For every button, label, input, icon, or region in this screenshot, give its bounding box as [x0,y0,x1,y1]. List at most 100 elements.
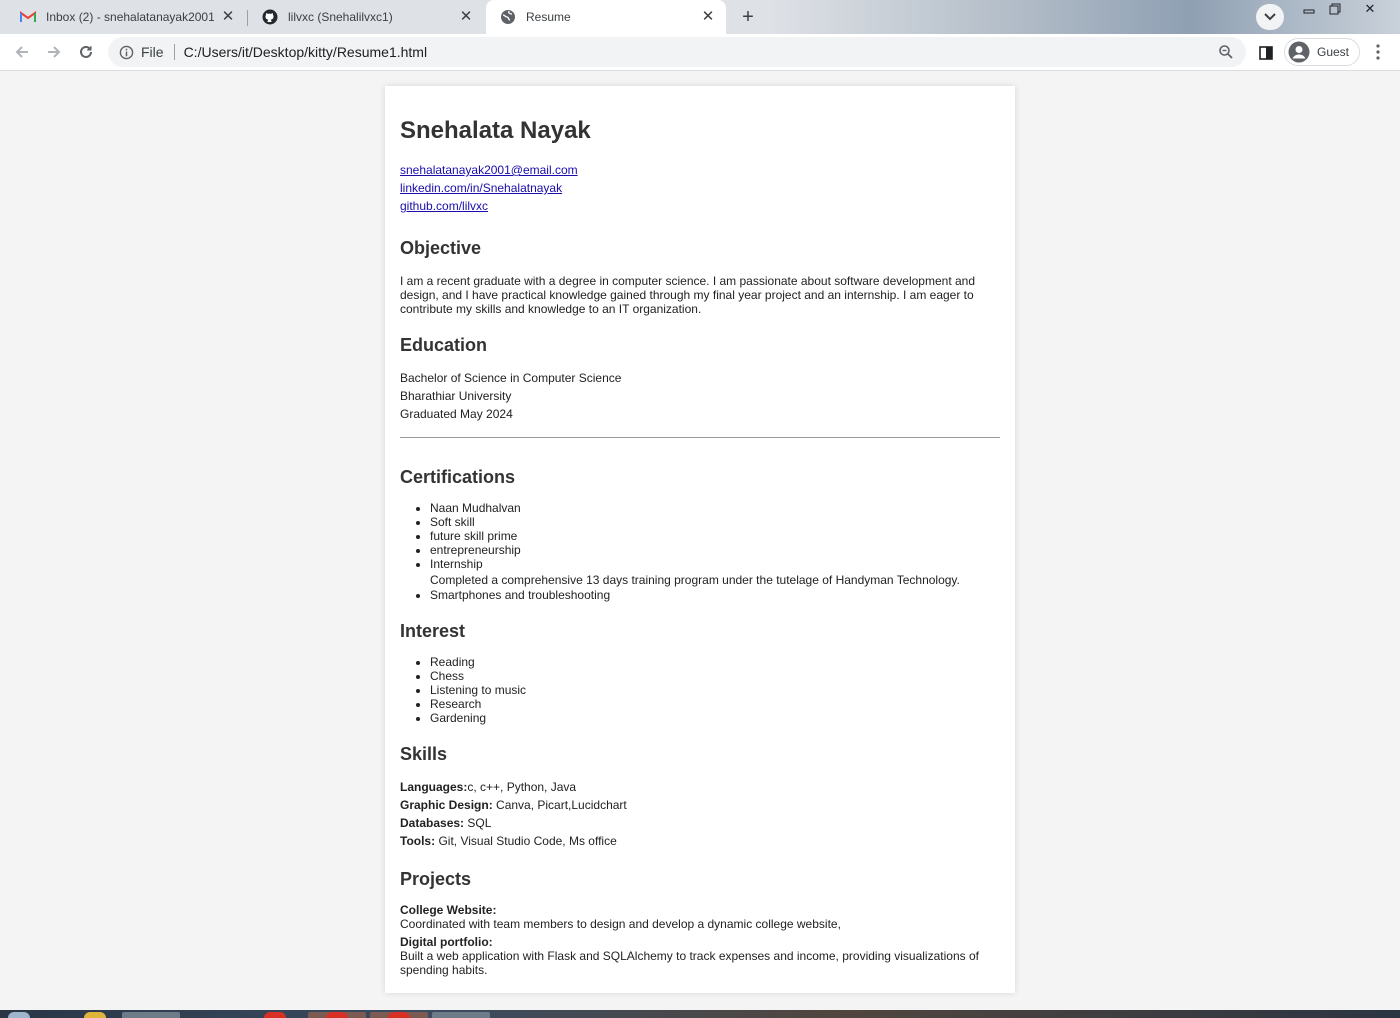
close-tab-icon[interactable]: ✕ [220,9,236,25]
tab-title: lilvxc (Snehalilvxc1) [288,10,393,24]
skill-row: Graphic Design: Canva, Picart,Lucidchart [400,796,1000,814]
resume-card: Snehalata Nayak snehalatanayak2001@email… [385,86,1015,993]
linkedin-link[interactable]: linkedin.com/in/Snehalatnayak [400,179,1000,197]
globe-icon [500,9,516,25]
email-link[interactable]: snehalatanayak2001@email.com [400,161,1000,179]
education-block: Bachelor of Science in Computer Science … [400,369,1000,423]
degree: Bachelor of Science in Computer Science [400,371,622,385]
close-icon: ✕ [1364,1,1376,16]
avatar-icon [1288,41,1310,63]
interest-heading: Interest [400,621,466,641]
skill-label: Tools: [400,834,436,848]
projects-heading: Projects [400,869,472,889]
tab-gmail-inbox[interactable]: Inbox (2) - snehalatanayak2001@ ✕ [6,0,246,34]
section-divider [400,437,1000,438]
tab-title: Resume [526,10,571,24]
tab-search-button[interactable] [1256,4,1284,30]
projects-block: College Website: Coordinated with team m… [400,903,1000,977]
start-button[interactable] [8,1012,30,1018]
project-description: Built a web application with Flask and S… [400,949,979,977]
reload-icon [80,45,92,58]
forward-arrow-icon [48,46,61,58]
list-item: Reading [430,655,1000,669]
scheme-label: File [141,44,164,60]
skill-value: Git, Visual Studio Code, Ms office [435,834,617,848]
taskbar-app[interactable] [122,1012,180,1018]
back-arrow-icon [15,46,28,58]
skill-label: Languages: [400,780,468,794]
skill-value: SQL [464,816,492,830]
list-item: entrepreneurship [430,543,1000,557]
close-tab-icon[interactable]: ✕ [458,9,474,25]
back-button[interactable] [8,38,36,66]
graduation-date: Graduated May 2024 [400,407,513,421]
profile-label: Guest [1317,45,1350,59]
close-tab-icon[interactable]: ✕ [700,9,716,25]
internship-note: Completed a comprehensive 13 days traini… [430,573,960,587]
certifications-list: Naan Mudhalvan Soft skill future skill p… [400,501,1000,571]
skill-label: Graphic Design: [400,798,493,812]
github-link[interactable]: github.com/lilvxc [400,197,1000,215]
list-item: Gardening [430,711,1000,725]
address-bar[interactable]: File C:/Users/it/Desktop/kitty/Resume1.h… [108,37,1246,67]
minimize-button[interactable] [1296,0,1322,18]
list-item: Listening to music [430,683,1000,697]
skills-block: Languages:c, c++, Python, Java Graphic D… [400,778,1000,850]
objective-heading: Objective [400,238,482,258]
os-taskbar [0,1010,1400,1018]
list-item: Soft skill [430,515,1000,529]
skill-value: Canva, Picart,Lucidchart [492,798,627,812]
address-divider [173,44,175,60]
objective-text: I am a recent graduate with a degree in … [400,274,976,316]
side-panel-icon [1259,46,1273,60]
taskbar-app-icon[interactable] [388,1012,410,1018]
restore-button[interactable] [1322,0,1348,18]
list-item: Chess [430,669,1000,683]
chevron-down-icon [1264,13,1276,21]
university: Bharathiar University [400,389,512,403]
forward-button[interactable] [40,38,68,66]
url-text[interactable]: C:/Users/it/Desktop/kitty/Resume1.html [184,44,1216,60]
certifications-list-continued: Smartphones and troubleshooting [400,588,1000,602]
resume-name: Snehalata Nayak [400,117,591,144]
skill-row: Databases: SQL [400,814,1000,832]
plus-icon: + [742,5,754,28]
zoom-icon[interactable] [1216,42,1236,62]
certifications-heading: Certifications [400,467,516,487]
project-description: Coordinated with team members to design … [400,917,841,931]
minimize-icon [1303,9,1315,14]
kebab-menu-icon [1376,44,1380,60]
taskbar-app-icon[interactable] [326,1012,348,1018]
taskbar-app-icon[interactable] [264,1012,286,1018]
github-icon [262,9,278,25]
list-item: future skill prime [430,529,1000,543]
gmail-icon [20,9,36,25]
contact-links: snehalatanayak2001@email.com linkedin.co… [400,161,1000,215]
project-title: College Website: [400,903,497,917]
restore-icon [1329,3,1341,15]
list-item: Smartphones and troubleshooting [430,588,1000,602]
tab-strip: Inbox (2) - snehalatanayak2001@ ✕ lilvxc… [0,0,1400,34]
reload-button[interactable] [72,38,100,66]
education-heading: Education [400,335,488,355]
list-item: Internship [430,557,1000,571]
skill-row: Tools: Git, Visual Studio Code, Ms offic… [400,832,1000,850]
list-item: Naan Mudhalvan [430,501,1000,515]
skill-row: Languages:c, c++, Python, Java [400,778,1000,796]
page-viewport: Snehalata Nayak snehalatanayak2001@email… [0,71,1400,1010]
close-window-button[interactable]: ✕ [1357,0,1383,18]
side-panel-button[interactable] [1256,43,1276,63]
tab-github[interactable]: lilvxc (Snehalilvxc1) ✕ [248,0,484,34]
info-icon[interactable] [118,44,134,60]
interest-list: Reading Chess Listening to music Researc… [400,655,1000,725]
taskbar-app-icon[interactable] [84,1012,106,1018]
tab-resume[interactable]: Resume ✕ [486,0,726,34]
skill-label: Databases: [400,816,465,830]
new-tab-button[interactable]: + [734,4,762,30]
browser-toolbar: File C:/Users/it/Desktop/kitty/Resume1.h… [0,34,1400,71]
skill-value: c, c++, Python, Java [467,780,577,794]
list-item: Research [430,697,1000,711]
profile-button[interactable]: Guest [1284,38,1360,66]
menu-button[interactable] [1368,42,1388,62]
taskbar-app[interactable] [432,1012,490,1018]
